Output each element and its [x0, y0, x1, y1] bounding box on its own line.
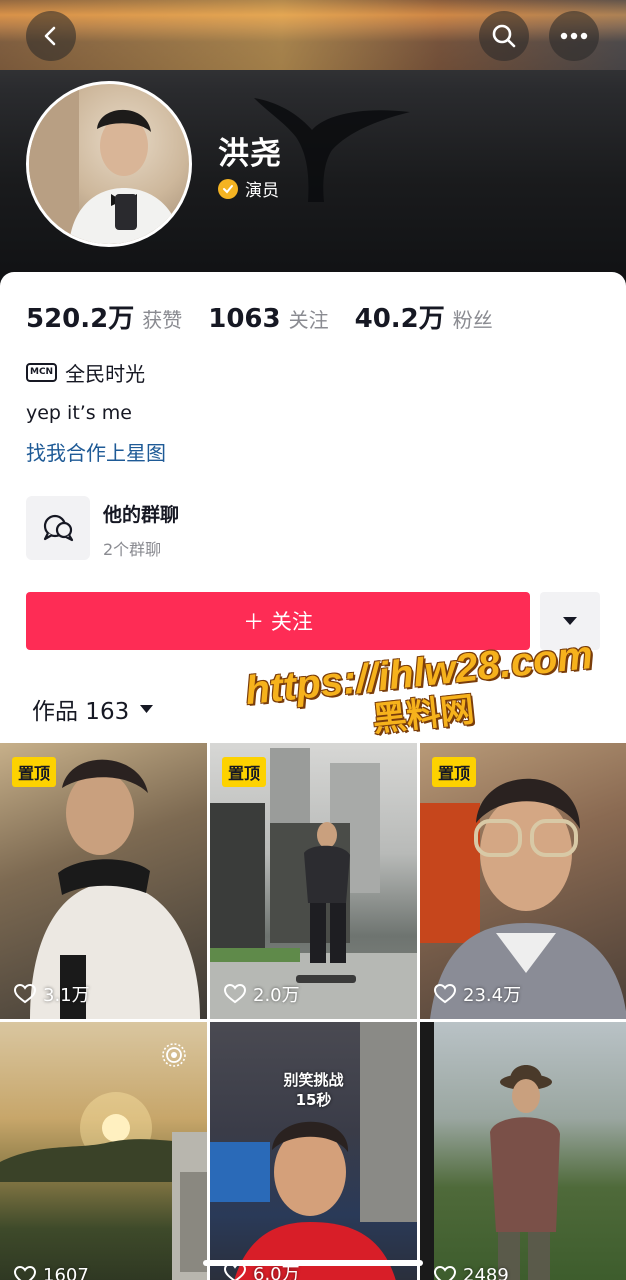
video-likes: 2489: [434, 1265, 509, 1280]
caret-down-icon: [140, 705, 154, 713]
video-tile[interactable]: 置顶 2.0万: [210, 743, 417, 1019]
likes-count: 3.1万: [43, 985, 90, 1006]
follow-button[interactable]: ＋ 关注: [26, 592, 530, 650]
verified-check-icon: [218, 178, 238, 199]
heart-icon: [434, 1265, 456, 1280]
profile-header: 洪尧 演员: [0, 0, 626, 300]
live-photo-icon: [162, 1043, 186, 1067]
following-count[interactable]: 1063: [208, 304, 280, 334]
bio-text: yep it’s me: [26, 402, 132, 424]
verification-label: 演员: [245, 181, 279, 201]
heart-icon: [14, 1265, 36, 1280]
video-likes: 1607: [14, 1265, 89, 1280]
likes-count: 1607: [43, 1265, 89, 1280]
video-likes: 23.4万: [434, 981, 521, 1007]
works-tab[interactable]: 作品 163: [32, 692, 154, 726]
pinned-badge: 置顶: [432, 757, 477, 787]
video-tile[interactable]: 置顶 3.1万: [0, 743, 207, 1019]
more-options-button[interactable]: [549, 11, 599, 61]
mcn-agency[interactable]: MCN 全民时光: [26, 358, 145, 387]
mcn-icon: MCN: [26, 363, 58, 382]
heart-icon: [224, 984, 246, 1004]
video-caption: 别笑挑战 15秒: [283, 1071, 344, 1109]
followers-count[interactable]: 40.2万: [355, 298, 445, 335]
video-likes: 3.1万: [14, 981, 90, 1007]
followers-label: 粉丝: [452, 308, 493, 332]
mcn-name: 全民时光: [65, 362, 146, 386]
works-tab-label: 作品 163: [32, 699, 130, 725]
avatar-photo: [29, 84, 181, 244]
chevron-left-icon: [44, 26, 56, 46]
cooperation-link[interactable]: 找我合作上星图: [26, 437, 166, 466]
chat-bubbles-icon: [43, 514, 74, 542]
video-tile[interactable]: 别笑挑战 15秒 6.0万: [210, 1022, 417, 1280]
following-label: 关注: [288, 308, 329, 332]
search-icon: [492, 24, 516, 48]
likes-count: 2489: [463, 1265, 509, 1280]
verification-badge: 演员: [218, 176, 279, 201]
pinned-badge: 置顶: [12, 757, 57, 787]
home-indicator[interactable]: [203, 1260, 423, 1266]
video-thumbnail: [420, 1022, 560, 1280]
header-sunset-background: [0, 0, 626, 70]
group-chat-icon-box[interactable]: [26, 496, 90, 560]
heart-icon: [434, 984, 456, 1004]
heart-icon: [14, 984, 36, 1004]
profile-stats: 520.2万 获赞 1063 关注 40.2万 粉丝: [26, 298, 519, 335]
likes-label: 获赞: [142, 308, 183, 332]
video-tile[interactable]: 2489: [420, 1022, 626, 1280]
video-thumbnail: [210, 1022, 417, 1280]
group-chat-count: 2个群聊: [103, 540, 162, 559]
search-button[interactable]: [479, 11, 529, 61]
avatar[interactable]: [26, 81, 192, 247]
caret-down-icon: [563, 617, 577, 625]
back-button[interactable]: [26, 11, 76, 61]
group-chat-title[interactable]: 他的群聊: [103, 500, 179, 527]
more-dots-icon: [560, 32, 588, 40]
likes-count: 2.0万: [253, 985, 300, 1006]
likes-count[interactable]: 520.2万: [26, 298, 134, 335]
video-likes: 2.0万: [224, 981, 300, 1007]
likes-count: 23.4万: [463, 985, 522, 1006]
video-tile[interactable]: 1607: [0, 1022, 207, 1280]
pinned-badge: 置顶: [222, 757, 267, 787]
profile-name: 洪尧: [218, 136, 282, 172]
video-tile[interactable]: 置顶 23.4万: [420, 743, 626, 1019]
